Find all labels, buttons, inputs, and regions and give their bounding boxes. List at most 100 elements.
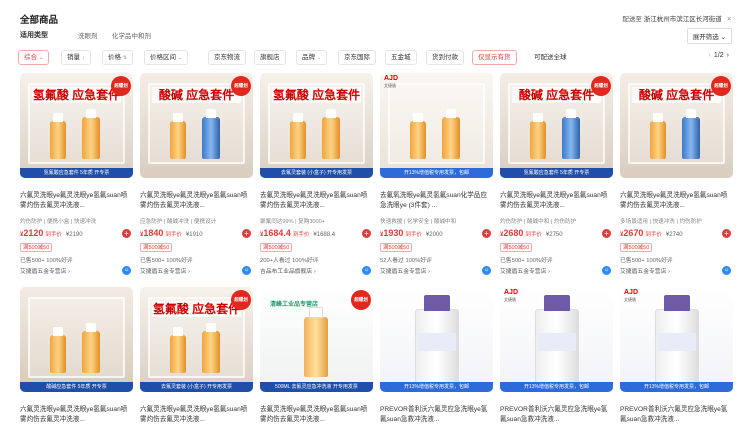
product-image[interactable]: 氢氟酸 应急套件 超爆划 氢氟酸应急套件 5年质 开专票 bbox=[20, 73, 133, 178]
filter-global-delivery[interactable]: 可配送全球 bbox=[528, 50, 573, 65]
image-banner: 开13%增值税专用发票，包邮 bbox=[500, 382, 613, 392]
usage-item-neutralizer[interactable]: 化学品中和剂 bbox=[112, 30, 151, 40]
product-image[interactable]: 开13%增值税专用发票，包邮 bbox=[380, 287, 493, 392]
image-banner: 开13%增值税专用发票，包邮 bbox=[620, 382, 733, 392]
price-row: ¥1684.4 到手价 ¥1688.4 + bbox=[260, 228, 373, 240]
bottle-cap bbox=[686, 109, 696, 118]
hot-badge: 超爆划 bbox=[591, 76, 611, 96]
filter-jd-logistics[interactable]: 京东物流 bbox=[208, 50, 246, 65]
bottle-cap bbox=[206, 109, 216, 118]
shop-link[interactable]: 艾捷盾五金专营店 › ☺ bbox=[380, 266, 493, 275]
price-row: ¥1930 到手价 ¥2000 + bbox=[380, 228, 493, 240]
product-image[interactable]: AJD 艾捷盾 开13%增值税专用发票，包邮 bbox=[500, 287, 613, 392]
bottle-cap bbox=[309, 307, 323, 318]
brand-logo: AJD 艾捷盾 bbox=[384, 75, 398, 89]
page-indicator: 1/2 bbox=[713, 52, 724, 59]
product-image[interactable]: 酸碱 应急套件 超爆划 bbox=[140, 73, 253, 178]
filter-price[interactable]: 价格 ⇅ bbox=[102, 50, 134, 65]
chat-icon[interactable]: ☺ bbox=[242, 266, 251, 275]
bottle-cap bbox=[424, 295, 450, 311]
add-cart-icon[interactable]: + bbox=[602, 229, 611, 238]
filter-in-stock[interactable]: 仅显示有货 bbox=[472, 50, 517, 65]
shop-link[interactable]: 艾捷盾五金专营店 › ☺ bbox=[500, 266, 613, 275]
coupon-badge[interactable]: 满500减50 bbox=[260, 243, 293, 252]
product-title[interactable]: 六氟灵洗眼ye氟灵洗眼ye氢氟suan喷雾灼伤去氟灵冲洗液... bbox=[20, 191, 133, 212]
product-image[interactable]: 酸碱 应急套件 超爆划 bbox=[620, 73, 733, 178]
close-icon[interactable]: ✕ bbox=[727, 16, 732, 23]
filter-jd-intl[interactable]: 京东国际 bbox=[338, 50, 376, 65]
next-page-icon[interactable]: › bbox=[727, 52, 729, 59]
product-image[interactable]: AJD 艾捷盾 开13%增值税专用发票，包邮 bbox=[620, 287, 733, 392]
add-cart-icon[interactable]: + bbox=[122, 229, 131, 238]
product-title[interactable]: 去氟氧洗眼ye氟灵氢氟suan化学品应急洗眼ye (3件套) ... bbox=[380, 191, 493, 212]
ship-to[interactable]: 配送至 浙江杭州市滨江区长河街道 ✕ bbox=[622, 13, 732, 23]
image-banner: 氢氟酸应急套件 5年质 开专票 bbox=[500, 168, 613, 178]
price-row: ¥1840 到手价 ¥1910 + bbox=[140, 228, 253, 240]
product-title[interactable]: 六氟灵洗眼ye氟灵洗眼ye氢氟suan喷雾灼伤去氟灵冲洗液... bbox=[20, 405, 133, 426]
expand-filter-button[interactable]: 展开筛选 ⌄ bbox=[686, 28, 732, 44]
chat-icon[interactable]: ☺ bbox=[602, 266, 611, 275]
original-price: ¥2740 bbox=[665, 232, 683, 238]
shop-link[interactable]: 艾捷盾五金专营店 › ☺ bbox=[20, 266, 133, 275]
bottle-shape bbox=[682, 117, 700, 159]
filter-bar: 综合 ⌄ 销量 ↓ 价格 ⇅ 价格区间 ⌄ 京东物流 旗舰店 品牌 ⌄ 京东国际 五金城 … bbox=[18, 50, 732, 66]
shop-link[interactable]: 吉品布工业品旗舰店 › ☺ bbox=[260, 266, 373, 275]
usage-item-eyewash[interactable]: 洗眼剂 bbox=[78, 30, 98, 40]
filter-cod[interactable]: 货到付款 bbox=[426, 50, 464, 65]
product-title[interactable]: 六氟灵洗眼ye氟灵洗眼ye氢氟suan喷雾灼伤去氟灵冲洗液... bbox=[500, 191, 613, 212]
product-title[interactable]: 去氟灵洗眼ye氟灵洗眼ye氢氟suan喷雾灼伤去氟灵冲洗液... bbox=[260, 191, 373, 212]
add-cart-icon[interactable]: + bbox=[242, 229, 251, 238]
product-title[interactable]: 六氟灵洗眼ye氟灵洗眼ye氢氟suan喷雾灼伤去氟灵冲洗液... bbox=[620, 191, 733, 212]
chat-icon[interactable]: ☺ bbox=[362, 266, 371, 275]
coupon-badge[interactable]: 满500减50 bbox=[380, 243, 413, 252]
add-cart-icon[interactable]: + bbox=[722, 229, 731, 238]
product-image[interactable]: 氢氟酸 应急套件 超爆划 去氟灵套装 (小盒子) 开专用发票 bbox=[140, 287, 253, 392]
original-price: ¥2190 bbox=[65, 232, 83, 238]
product-tags: 快速救援 | 化学安全 | 酸碱中和 bbox=[380, 219, 457, 225]
bottle-cap bbox=[533, 113, 543, 122]
original-price: ¥2750 bbox=[545, 232, 563, 238]
filter-comprehensive[interactable]: 综合 ⌄ bbox=[18, 50, 50, 65]
product-image[interactable]: 酸碱应急套件 5年质 开专票 bbox=[20, 287, 133, 392]
product-title[interactable]: PREVOR普利沃六氟灵应急洗眼ye氢氟suan急救冲洗液... bbox=[500, 405, 613, 426]
page-title: 全部商品 bbox=[20, 15, 59, 26]
product-image[interactable]: AJD 艾捷盾 开13%增值税专用发票，包邮 bbox=[380, 73, 493, 178]
chat-icon[interactable]: ☺ bbox=[122, 266, 131, 275]
product-title[interactable]: 去氟灵洗眼ye氟灵洗眼ye氢氟suan喷雾灼伤去氟灵冲洗液... bbox=[260, 405, 373, 426]
hot-badge: 超爆划 bbox=[711, 76, 731, 96]
bottle-shape bbox=[50, 121, 66, 159]
add-cart-icon[interactable]: + bbox=[482, 229, 491, 238]
filter-brand[interactable]: 品牌 ⌄ bbox=[296, 50, 328, 65]
bottle-shape bbox=[322, 117, 340, 159]
shop-link[interactable]: 艾捷盾五金专营店 › ☺ bbox=[620, 266, 733, 275]
product-title[interactable]: 六氟灵洗眼ye氟灵洗眼ye氢氟suan喷雾灼伤去氟灵冲洗液... bbox=[140, 191, 253, 212]
ship-to-value[interactable]: 浙江杭州市滨江区长河街道 bbox=[644, 16, 722, 23]
add-cart-icon[interactable]: + bbox=[362, 229, 371, 238]
product-image[interactable]: 氢氟酸 应急套件 去氟灵套装 (小盒子) 开专用发票 bbox=[260, 73, 373, 178]
bottle-shape bbox=[82, 117, 100, 159]
bottle-cap bbox=[566, 109, 576, 118]
product-title[interactable]: PREVOR普利沃六氟灵应急洗眼ye氢氟suan急救冲洗液... bbox=[380, 405, 493, 426]
filter-price-range[interactable]: 价格区间 ⌄ bbox=[144, 50, 189, 65]
bottle-shape bbox=[650, 121, 666, 159]
image-banner: 去氟灵套装 (小盒子) 开专用发票 bbox=[140, 382, 253, 392]
prev-page-icon[interactable]: ‹ bbox=[709, 52, 711, 59]
filter-flagship[interactable]: 旗舰店 bbox=[254, 50, 286, 65]
bottle-label bbox=[418, 333, 456, 351]
filter-hardware-city[interactable]: 五金城 bbox=[385, 50, 417, 65]
coupon-badge[interactable]: 满500减50 bbox=[620, 243, 653, 252]
shop-link[interactable]: 艾捷盾五金专营店 › ☺ bbox=[140, 266, 253, 275]
coupon-badge[interactable]: 满500减50 bbox=[500, 243, 533, 252]
coupon-badge[interactable]: 满500减50 bbox=[20, 243, 53, 252]
product-image[interactable]: 清峰工业品专营店 超爆划 500ML 去氟灵应急冲洗液 开专用发票 bbox=[260, 287, 373, 392]
cabinet-title: 氢氟酸 应急套件 bbox=[152, 301, 241, 317]
product-image[interactable]: 酸碱 应急套件 超爆划 氢氟酸应急套件 5年质 开专票 bbox=[500, 73, 613, 178]
price-row: ¥2680 到手价 ¥2750 + bbox=[500, 228, 613, 240]
product-title[interactable]: 六氟灵洗眼ye氟灵洗眼ye氢氟suan喷雾灼伤去氟灵冲洗液... bbox=[140, 405, 253, 426]
chat-icon[interactable]: ☺ bbox=[482, 266, 491, 275]
coupon-badge[interactable]: 满500减50 bbox=[140, 243, 173, 252]
chat-icon[interactable]: ☺ bbox=[722, 266, 731, 275]
product-title[interactable]: PREVOR普利沃六氟灵应急洗眼ye氢氟suan急救冲洗液... bbox=[620, 405, 733, 426]
filter-sales[interactable]: 销量 ↓ bbox=[61, 50, 91, 65]
product-price: ¥1930 bbox=[380, 228, 404, 238]
